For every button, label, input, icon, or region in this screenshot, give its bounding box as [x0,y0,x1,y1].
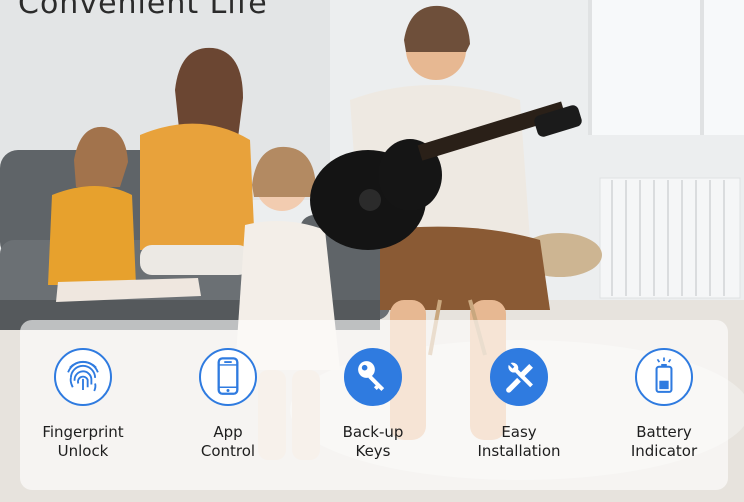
feature-battery-indicator: Battery Indicator [604,348,724,461]
battery-icon [635,348,693,406]
feature-label: App Control [200,423,256,460]
feature-fingerprint-unlock: Fingerprint Unlock [23,348,143,461]
tools-icon [490,348,548,406]
feature-backup-keys: Back-up Keys [313,348,433,461]
feature-label: Fingerprint Unlock [42,423,124,460]
headline: Convenient Life [18,0,268,21]
key-icon [344,348,402,406]
feature-app-control: App Control [168,348,288,461]
feature-label: Back-up Keys [342,423,404,460]
feature-label: Easy Installation [477,423,561,460]
fingerprint-icon [54,348,112,406]
smartphone-icon [199,348,257,406]
feature-label: Battery Indicator [630,423,698,460]
feature-easy-installation: Easy Installation [459,348,579,461]
